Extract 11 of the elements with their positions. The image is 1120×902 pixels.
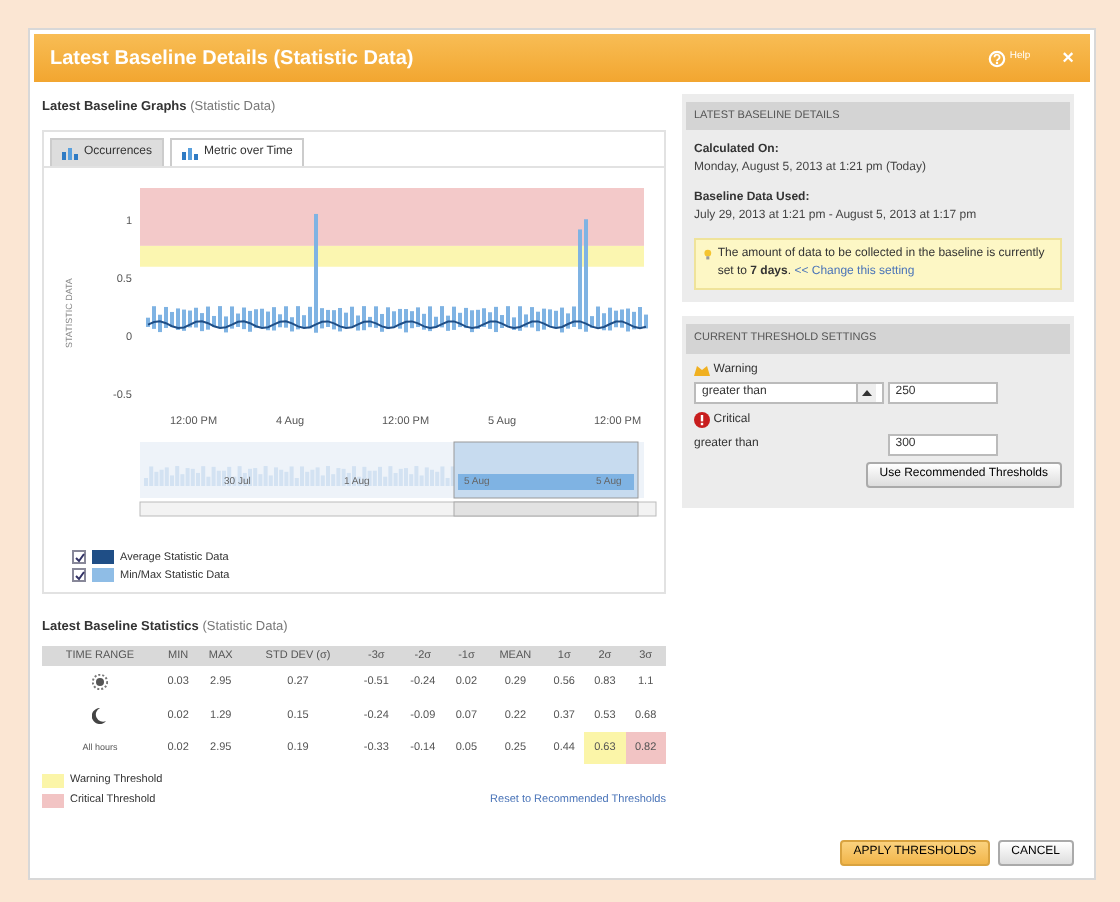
checkbox[interactable] — [72, 568, 86, 583]
checkbox[interactable] — [72, 550, 86, 565]
dialog-title: Latest Baseline Details (Statistic Data) — [50, 45, 416, 73]
moon-icon — [92, 707, 107, 723]
lightbulb-icon — [704, 246, 712, 265]
chart-icon — [182, 145, 199, 159]
error-icon — [694, 412, 710, 429]
chart-icon — [62, 145, 78, 159]
warning-icon — [694, 364, 710, 376]
sun-icon — [91, 673, 108, 690]
dropdown-arrow-icon — [856, 384, 876, 403]
